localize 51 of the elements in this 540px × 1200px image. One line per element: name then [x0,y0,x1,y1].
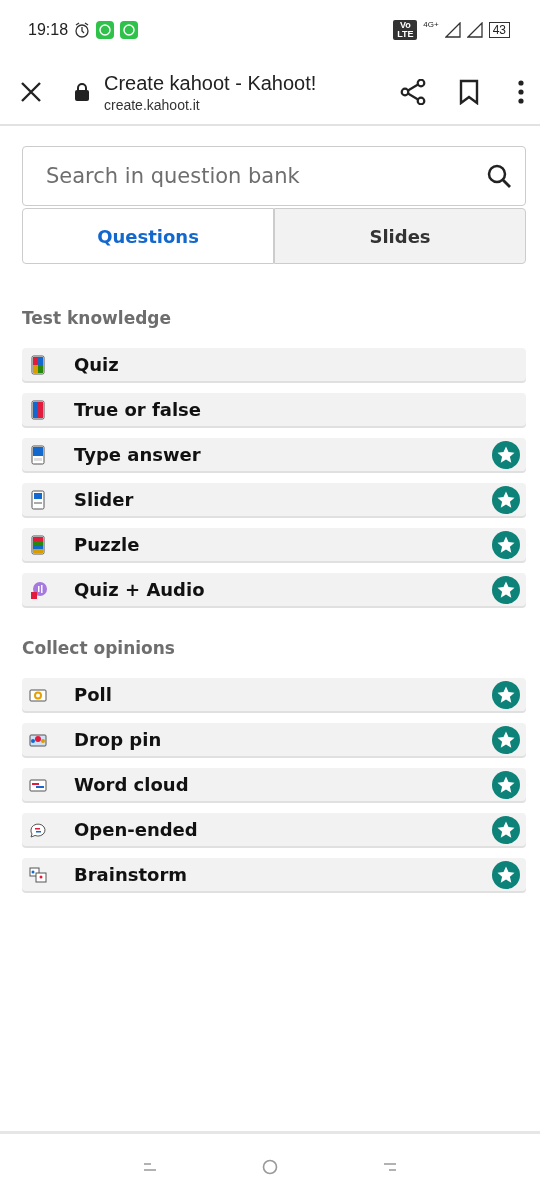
share-icon[interactable] [400,79,426,105]
question-type-label: Type answer [74,444,202,465]
question-type-label: Drop pin [74,729,163,750]
question-type-item[interactable]: Drop pin [22,723,526,756]
question-type-icon [28,579,48,600]
question-type-item[interactable]: Slider [22,483,526,516]
signal-icon [466,22,483,38]
page-title: Create kahoot - Kahoot! [104,71,318,95]
lock-icon [74,82,90,102]
network-type: 4G+ [423,20,439,29]
question-type-item[interactable]: Type answer [22,438,526,471]
question-type-item[interactable]: True or false [22,393,526,426]
question-type-label: Quiz + Audio [74,579,206,600]
volte-indicator: Vo LTE [393,20,418,40]
close-icon[interactable] [20,81,42,103]
signal-icon [444,22,461,38]
question-type-item[interactable]: Quiz + Audio [22,573,526,606]
question-type-item[interactable]: Poll [22,678,526,711]
chat-app-icon [120,21,139,39]
alarm-icon [74,22,91,38]
question-type-label: True or false [74,399,203,420]
question-type-label: Poll [74,684,113,705]
question-type-item[interactable]: Open-ended [22,813,526,846]
search-field[interactable]: Search in question bank [22,146,526,206]
question-type-label: Open-ended [74,819,199,840]
more-options-icon[interactable] [518,80,524,104]
question-type-icon [28,864,48,885]
question-type-item[interactable]: Brainstorm [22,858,526,891]
question-type-label: Brainstorm [74,864,189,885]
battery-level: 43 [488,22,510,38]
question-type-icon [28,444,48,465]
question-type-label: Puzzle [74,534,141,555]
section-heading: Collect opinions [22,638,176,658]
question-type-item[interactable]: Word cloud [22,768,526,801]
search-icon[interactable] [486,163,512,189]
section-heading: Test knowledge [22,308,173,328]
home-icon[interactable] [262,1159,278,1175]
page-url: create.kahoot.it [104,96,201,113]
clock-time: 19:18 [28,21,69,39]
question-type-icon [28,399,48,420]
chat-app-icon [96,21,115,39]
question-type-icon [28,354,48,375]
question-type-item[interactable]: Quiz [22,348,526,381]
question-type-icon [28,489,48,510]
question-type-label: Quiz [74,354,120,375]
tab[interactable]: Slides [274,208,526,264]
tab[interactable]: Questions [22,208,274,264]
question-type-label: Word cloud [74,774,190,795]
question-type-item[interactable]: Puzzle [22,528,526,561]
question-type-label: Slider [74,489,135,510]
question-type-icon [28,534,48,555]
